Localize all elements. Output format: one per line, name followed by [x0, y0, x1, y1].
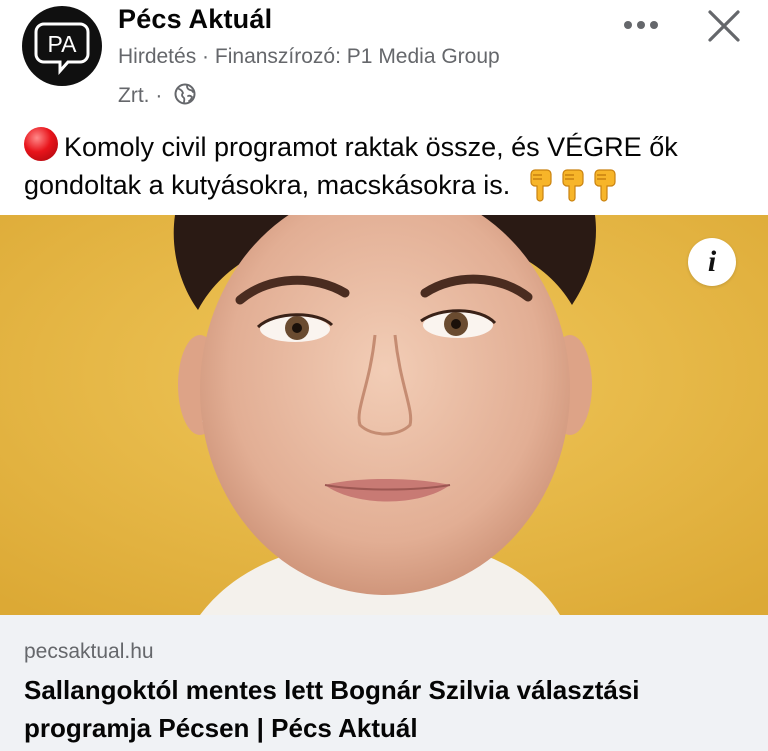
caption-text-2: gondoltak a kutyásokra, macskásokra is. — [24, 170, 511, 200]
info-button[interactable]: i — [688, 238, 736, 286]
pa-logo-icon: PA — [34, 22, 90, 75]
more-dots-icon — [624, 21, 658, 29]
more-options-button[interactable] — [616, 10, 666, 40]
post-image[interactable] — [0, 215, 768, 615]
post-caption: Komoly civil programot raktak össze, és … — [24, 127, 754, 212]
caption-line-1: Komoly civil programot raktak össze, és … — [24, 127, 754, 166]
caption-line-2: gondoltak a kutyásokra, macskásokra is. — [24, 166, 754, 212]
sponsored-line-continued: Zrt. · — [118, 83, 196, 111]
close-button[interactable] — [698, 4, 750, 48]
avatar-text: PA — [48, 31, 78, 57]
red-circle-icon — [24, 127, 58, 161]
pointing-down-hand-icon — [526, 168, 554, 212]
portrait-photo — [0, 215, 768, 615]
link-title[interactable]: Sallangoktól mentes lett Bognár Szilvia … — [24, 671, 754, 747]
pointing-down-hand-icon — [558, 168, 586, 212]
post-header: PA Pécs Aktuál Hirdetés · Finanszírozó: … — [0, 0, 768, 118]
sponsor-prefix: Finanszírozó: — [214, 45, 341, 68]
pointing-down-hand-icon — [590, 168, 618, 212]
page-avatar[interactable]: PA — [22, 6, 102, 86]
link-domain: pecsaktual.hu — [24, 640, 154, 663]
globe-icon[interactable] — [174, 83, 196, 111]
link-preview-card[interactable]: pecsaktual.hu Sallangoktól mentes lett B… — [0, 615, 768, 751]
sponsored-line: Hirdetés · Finanszírozó: P1 Media Group — [118, 45, 500, 69]
separator: · — [155, 84, 163, 107]
sponsor-name-end[interactable]: Zrt. — [118, 84, 150, 107]
close-icon — [708, 10, 740, 42]
sponsored-label[interactable]: Hirdetés — [118, 45, 196, 68]
sponsor-name[interactable]: P1 Media Group — [347, 45, 500, 68]
caption-text-1: Komoly civil programot raktak össze, és … — [64, 132, 678, 162]
page-name[interactable]: Pécs Aktuál — [118, 4, 272, 35]
separator: · — [202, 45, 210, 68]
